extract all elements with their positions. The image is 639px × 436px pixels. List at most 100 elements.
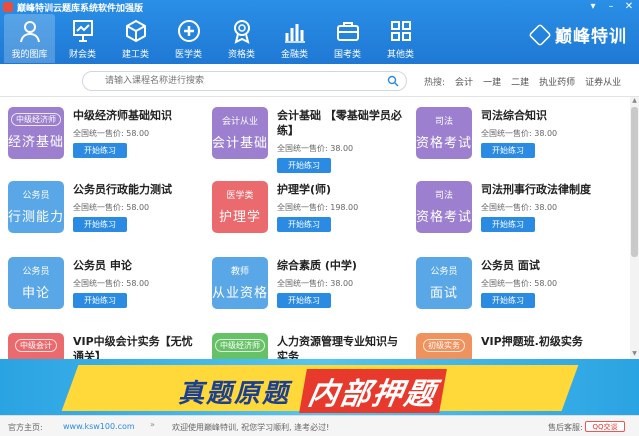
start-practice-button[interactable]: 开始练习 (73, 143, 127, 158)
thumbnail-category: 中级经济师 (215, 339, 265, 352)
thumbnail-category: 初级实务 (423, 339, 465, 352)
course-card[interactable]: 公务员 行测能力 公务员行政能力测试全国统一售价: 58.00 开始练习 (0, 173, 204, 248)
course-grid: 中级经济师 经济基础 中级经济师基础知识 全国统一售价: 58.00 开始练习 会计从业会… (0, 97, 630, 359)
course-thumbnail[interactable]: 司法 资格考试 (416, 181, 472, 233)
course-card[interactable]: 司法 资格考试 司法刑事行政法律制度全国统一售价: 38.00 开始练习 (408, 173, 612, 248)
thumbnail-category: 教师 (230, 267, 249, 277)
start-practice-button[interactable]: 开始练习 (277, 158, 331, 173)
thumbnail-category: 司法 (434, 117, 453, 127)
start-practice-button[interactable]: 开始练习 (277, 293, 331, 308)
course-thumbnail[interactable]: 中级经济师 (212, 333, 268, 359)
course-thumbnail[interactable]: 医学类 护理学 (212, 181, 268, 233)
course-card[interactable]: 会计从业 会计基础 会计基础 【零基础学员必练】 全国统一售价: 38.00 开始练习 (204, 99, 408, 174)
course-title[interactable]: VIP中级会计实务【无忧通关】 (73, 334, 203, 359)
course-title[interactable]: 公务员 面试 (481, 258, 611, 273)
course-thumbnail[interactable]: 初级实务 (416, 333, 472, 359)
qq-chat-button[interactable]: QQ交谈 (585, 421, 625, 432)
hot-search-item[interactable]: 二建 (511, 75, 529, 88)
thumbnail-subject: 会计基础 (212, 136, 268, 151)
course-thumbnail[interactable]: 司法 资格考试 (416, 107, 472, 159)
course-thumbnail[interactable]: 中级经济师 经济基础 (8, 107, 64, 159)
course-price: 全国统一售价: 58.00 (73, 129, 150, 138)
scroll-down-icon[interactable]: ▼ (630, 350, 639, 359)
scroll-up-icon[interactable]: ▲ (630, 97, 639, 106)
thumbnail-subject: 护理学 (218, 210, 261, 225)
search-box (82, 71, 407, 91)
app-title: 巅峰特训云题库系统软件加强版 (17, 3, 144, 14)
course-info: VIP中级会计实务【无忧通关】 (73, 334, 203, 359)
course-card[interactable]: 医学类 护理学 护理学(师) 全国统一售价: 198.00 开始练习 (204, 173, 408, 248)
course-title[interactable]: 司法刑事行政法律制度 (481, 182, 611, 197)
course-card[interactable]: 中级会计 VIP中级会计实务【无忧通关】 (0, 325, 204, 359)
start-practice-button[interactable]: 开始练习 (73, 217, 127, 232)
nav-item-my-library[interactable]: 我的图库 (4, 14, 55, 63)
course-title[interactable]: 公务员行政能力测试 (73, 182, 203, 197)
nav-item-construction[interactable]: 建工类 (110, 14, 161, 63)
course-thumbnail[interactable]: 会计从业 会计基础 (212, 107, 268, 159)
course-card[interactable]: 教师 从业资格 综合素质 (中学) 全国统一售价: 38.00 开始练习 (204, 249, 408, 324)
brand-name: 巅峰特训 (555, 27, 627, 47)
course-thumbnail[interactable]: 公务员 面试 (416, 257, 472, 309)
medical-cross-icon (177, 20, 200, 42)
course-price: 全国统一售价: 58.00 (73, 279, 150, 288)
start-practice-button[interactable]: 开始练习 (481, 217, 535, 232)
search-icon[interactable] (387, 75, 399, 87)
nav-item-banking[interactable]: 金融类 (269, 14, 320, 63)
start-practice-button[interactable]: 开始练习 (73, 293, 127, 308)
briefcase-icon (336, 22, 359, 41)
nav-item-finance[interactable]: 财会类 (57, 14, 108, 63)
scrollbar[interactable]: ▲ ▼ (630, 97, 639, 359)
course-title[interactable]: 中级经济师基础知识 (73, 108, 203, 123)
course-thumbnail[interactable]: 公务员 申论 (8, 257, 64, 309)
course-title[interactable]: 人力资源管理专业知识与实务 (277, 334, 407, 359)
hot-search-item[interactable]: 证券从业 (585, 75, 621, 88)
start-practice-button[interactable]: 开始练习 (481, 293, 535, 308)
hot-search-label: 热搜: (424, 78, 446, 88)
thumbnail-category: 公务员 (430, 267, 458, 277)
start-practice-button[interactable]: 开始练习 (277, 217, 331, 232)
nav-label: 医学类 (174, 50, 202, 60)
nav-label: 建工类 (121, 50, 149, 60)
course-price: 全国统一售价: 58.00 (73, 203, 150, 212)
course-card[interactable]: 司法 资格考试 司法综合知识 全国统一售价: 38.00 开始练习 (408, 99, 612, 174)
hot-search-item[interactable]: 会计 (455, 75, 473, 88)
course-title[interactable]: 会计基础 【零基础学员必练】 (277, 108, 407, 138)
course-thumbnail[interactable]: 教师 从业资格 (212, 257, 268, 309)
nav-item-medical[interactable]: 医学类 (163, 14, 214, 63)
course-title[interactable]: VIP押题班.初级实务 (481, 334, 611, 349)
nav-label: 其他类 (386, 50, 414, 60)
welcome-message: 欢迎使用巅峰特训, 祝您学习顺利, 逢考必过! (172, 423, 330, 432)
course-thumbnail[interactable]: 中级会计 (8, 333, 64, 359)
grid-icon (390, 21, 411, 41)
app-logo-icon (3, 2, 13, 12)
hot-search-item[interactable]: 执业药师 (539, 75, 575, 88)
course-card[interactable]: 公务员 申论 公务员 申论全国统一售价: 58.00 开始练习 (0, 249, 204, 324)
course-info: 司法综合知识 全国统一售价: 38.00 开始练习 (481, 108, 611, 158)
course-title[interactable]: 综合素质 (中学) (277, 258, 407, 273)
promo-banner[interactable]: 真题原题 内部押题 (0, 359, 639, 415)
course-thumbnail[interactable]: 公务员 行测能力 (8, 181, 64, 233)
title-bar: 巅峰特训云题库系统软件加强版 (0, 0, 639, 14)
minimize-icon[interactable]: – (605, 1, 617, 12)
course-title[interactable]: 护理学(师) (277, 182, 407, 197)
course-card[interactable]: 初级实务 VIP押题班.初级实务 (408, 325, 612, 359)
scrollbar-thumb[interactable] (631, 107, 638, 257)
nav-item-others[interactable]: 其他类 (375, 14, 426, 63)
course-price: 全国统一售价: 38.00 (481, 203, 558, 212)
course-card[interactable]: 中级经济师 经济基础 中级经济师基础知识全国统一售价: 58.00 开始练习 (0, 99, 204, 174)
settings-icon[interactable]: ▾ (587, 1, 599, 12)
thumbnail-category: 医学类 (226, 191, 254, 201)
course-title[interactable]: 司法综合知识 (481, 108, 611, 123)
search-input[interactable] (83, 72, 373, 90)
course-card[interactable]: 公务员 面试 公务员 面试 全国统一售价: 58.00 开始练习 (408, 249, 612, 324)
course-info: 公务员行政能力测试全国统一售价: 58.00 开始练习 (73, 182, 203, 232)
nav-item-national-exam[interactable]: 国考类 (322, 14, 373, 63)
course-card[interactable]: 中级经济师 人力资源管理专业知识与实务 (204, 325, 408, 359)
course-price: 全国统一售价: 198.00 (277, 203, 359, 212)
nav-item-qualification[interactable]: 资格类 (216, 14, 267, 63)
start-practice-button[interactable]: 开始练习 (481, 143, 535, 158)
hot-search-item[interactable]: 一建 (483, 75, 501, 88)
close-icon[interactable]: ✕ (623, 1, 635, 12)
course-title[interactable]: 公务员 申论 (73, 258, 203, 273)
home-link[interactable]: www.ksw100.com (63, 422, 135, 431)
